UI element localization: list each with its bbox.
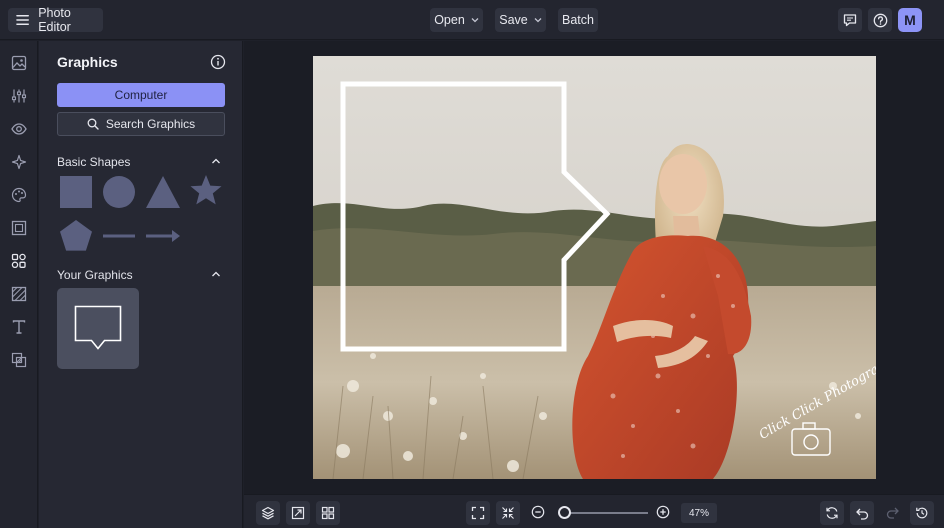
- your-graphic-callout-tile[interactable]: [57, 288, 139, 369]
- callout-graphic-icon: [74, 305, 122, 350]
- eye-icon: [11, 123, 27, 135]
- rail-item-artsy[interactable]: [10, 186, 28, 204]
- undo-button[interactable]: [850, 501, 874, 525]
- rail-item-text[interactable]: [10, 318, 28, 336]
- zoom-slider-thumb[interactable]: [558, 506, 571, 519]
- zoom-out-button[interactable]: [529, 503, 547, 521]
- rail-item-image[interactable]: [10, 54, 28, 72]
- graphics-icon: [11, 253, 26, 269]
- sliders-icon: [11, 89, 27, 103]
- rail-item-effects[interactable]: [10, 153, 28, 171]
- basic-shapes-label: Basic Shapes: [57, 155, 131, 169]
- overlay-icon: [11, 352, 27, 368]
- rotate-icon: [826, 507, 838, 519]
- bottom-toolbar: 47%: [244, 494, 944, 528]
- arrow-shape[interactable]: [145, 227, 181, 245]
- zoom-in-icon: [656, 505, 670, 519]
- rail-item-graphics[interactable]: [10, 252, 28, 270]
- chevron-up-icon[interactable]: [210, 155, 222, 167]
- resize-icon: [291, 506, 305, 520]
- rotate-button[interactable]: [820, 501, 844, 525]
- text-icon: [12, 320, 26, 334]
- help-button[interactable]: [868, 8, 892, 32]
- circle-shape[interactable]: [102, 175, 136, 209]
- layers-icon: [261, 506, 275, 520]
- rail-item-view[interactable]: [10, 120, 28, 138]
- chevron-down-icon: [471, 18, 479, 23]
- photo-canvas[interactable]: Click Click Photography: [313, 56, 876, 479]
- zoom-slider-track[interactable]: [564, 512, 648, 514]
- search-label: Search Graphics: [105, 117, 196, 131]
- actual-size-button[interactable]: [496, 501, 520, 525]
- info-icon[interactable]: [210, 54, 226, 70]
- image-icon: [11, 55, 27, 71]
- help-icon: [873, 13, 887, 27]
- history-icon: [916, 507, 928, 519]
- pregnant-woman-photo: Click Click Photography: [313, 56, 876, 479]
- app-title: Photo Editor: [38, 6, 71, 34]
- square-shape[interactable]: [59, 175, 93, 209]
- palette-icon: [11, 187, 27, 203]
- search-graphics-button[interactable]: Search Graphics: [57, 112, 225, 136]
- upload-computer-button[interactable]: Computer: [57, 83, 225, 107]
- tool-rail: [0, 41, 38, 528]
- grid-icon: [321, 506, 335, 520]
- rail-item-adjust[interactable]: [10, 87, 28, 105]
- layers-button[interactable]: [256, 501, 280, 525]
- user-avatar[interactable]: M: [898, 8, 922, 32]
- chevron-down-icon: [534, 18, 542, 23]
- chevron-up-icon[interactable]: [210, 268, 222, 280]
- save-button[interactable]: Save: [495, 8, 546, 32]
- shrink-icon: [502, 507, 514, 519]
- texture-icon: [11, 286, 27, 302]
- fit-screen-icon: [471, 506, 485, 520]
- line-shape[interactable]: [102, 227, 136, 245]
- undo-icon: [856, 508, 869, 520]
- zoom-out-icon: [531, 505, 545, 519]
- chat-icon: [843, 14, 857, 27]
- computer-label: Computer: [114, 88, 168, 102]
- search-icon: [87, 118, 99, 130]
- pentagon-shape[interactable]: [59, 219, 93, 252]
- graphics-panel: Graphics Computer Search Graphics Basic …: [39, 41, 243, 528]
- fit-screen-button[interactable]: [466, 501, 490, 525]
- save-label: Save: [499, 13, 528, 27]
- menu-icon: [16, 15, 29, 25]
- redo-icon: [886, 507, 899, 519]
- zoom-level-display[interactable]: 47%: [681, 503, 717, 523]
- your-graphics-label: Your Graphics: [57, 268, 133, 282]
- frame-icon: [11, 220, 27, 236]
- triangle-shape[interactable]: [145, 175, 181, 209]
- star-shape[interactable]: [189, 174, 223, 208]
- photo-editor-app: Photo Editor Open Save Batch M Graphics …: [0, 0, 944, 528]
- main-menu-button[interactable]: Photo Editor: [8, 6, 103, 34]
- history-button[interactable]: [910, 501, 934, 525]
- top-bar: Photo Editor Open Save Batch M: [0, 0, 944, 40]
- feedback-button[interactable]: [838, 8, 862, 32]
- open-label: Open: [434, 13, 465, 27]
- sparkle-icon: [11, 154, 27, 170]
- canvas-stage: Click Click Photography: [244, 41, 944, 494]
- rail-item-frames[interactable]: [10, 219, 28, 237]
- batch-button[interactable]: Batch: [558, 8, 598, 32]
- rail-item-overlays[interactable]: [10, 351, 28, 369]
- open-button[interactable]: Open: [430, 8, 483, 32]
- grid-button[interactable]: [316, 501, 340, 525]
- zoom-in-button[interactable]: [654, 503, 672, 521]
- redo-button[interactable]: [884, 503, 902, 521]
- panel-title: Graphics: [57, 54, 118, 70]
- batch-label: Batch: [562, 13, 594, 27]
- rail-item-textures[interactable]: [10, 285, 28, 303]
- resize-button[interactable]: [286, 501, 310, 525]
